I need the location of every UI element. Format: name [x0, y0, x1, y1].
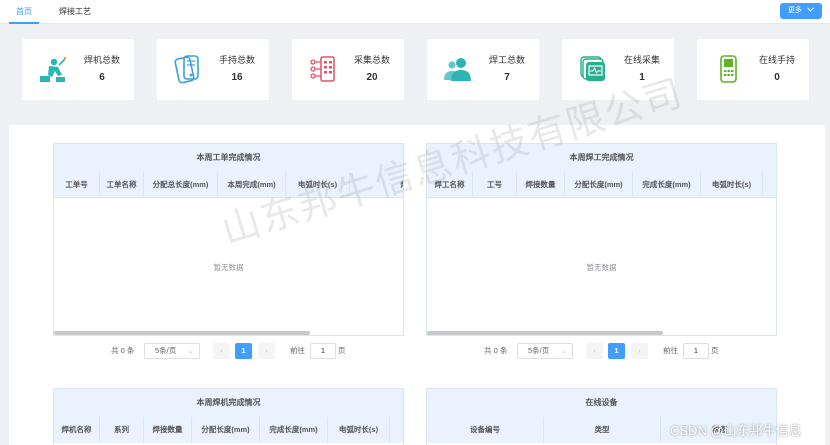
stat-label: 焊工总数: [488, 55, 525, 65]
column-header[interactable]: 焊丝消: [350, 172, 404, 198]
page-unit-label: 页: [711, 346, 719, 355]
main-content: 本周工单完成情况 工单号 工单名称 分配总长度(mm) 本周完成(mm) 电弧时…: [9, 125, 825, 445]
chevron-left-icon: ‹: [220, 346, 223, 355]
chevron-down-icon: ⌄: [187, 346, 194, 355]
column-header[interactable]: 分配长度(mm): [565, 172, 633, 198]
chevron-right-icon: ›: [638, 346, 641, 355]
table-header: 工单号 工单名称 分配总长度(mm) 本周完成(mm) 电弧时长(s) 焊丝消: [54, 172, 403, 198]
horizontal-scrollbar[interactable]: [54, 331, 310, 335]
prev-page-button[interactable]: ‹: [586, 343, 603, 359]
stat-label: 手持总数: [218, 55, 255, 65]
stat-card-handhelds: 手持总数 16: [157, 39, 269, 100]
empty-text: 暂无数据: [586, 263, 617, 272]
csdn-watermark: CSDN @山东邦牛信息: [670, 423, 802, 438]
page-size-value: 5条/页: [528, 346, 550, 355]
chevron-down-icon: ⌄: [560, 346, 567, 355]
page-size-value: 5条/页: [155, 346, 177, 355]
tab-bar: 首页 焊接工艺 更多: [0, 0, 830, 24]
panel-title: 在线设备: [427, 389, 776, 417]
column-header[interactable]: 分配长度(mm): [192, 417, 260, 443]
stat-card-collectors: 采集总数 20: [292, 39, 404, 100]
column-header[interactable]: 电弧时长(s): [701, 172, 763, 198]
next-page-button[interactable]: ›: [631, 343, 648, 359]
welders-pagination: 共 0 条 5条/页 ⌄ ‹ 1 › 前往 1 页: [484, 343, 744, 359]
column-header[interactable]: 焊机名称: [54, 417, 100, 443]
next-page-button[interactable]: ›: [258, 343, 275, 359]
collector-icon: [308, 53, 338, 85]
stat-value: 20: [366, 72, 378, 83]
machines-panel: 本周焊机完成情况 焊机名称 系列 焊接数量 分配长度(mm) 完成长度(mm) …: [53, 388, 404, 445]
more-button-label: 更多: [788, 7, 803, 14]
chevron-right-icon: ›: [265, 346, 268, 355]
online-handheld-icon: [713, 53, 743, 85]
horizontal-scrollbar[interactable]: [427, 331, 663, 335]
column-header[interactable]: 类型: [544, 417, 661, 443]
stat-value: 1: [639, 72, 645, 83]
goto-label: 前往: [663, 346, 678, 355]
goto-page-input[interactable]: 1: [683, 343, 709, 359]
stat-card-welders-machines: 焊机总数 6: [22, 39, 134, 100]
panel-title: 本周工单完成情况: [54, 144, 403, 172]
column-header[interactable]: 设备编号: [427, 417, 544, 443]
column-header[interactable]: 电弧时长(s): [328, 417, 390, 443]
welders-panel: 本周焊工完成情况 焊工名称 工号 焊接数量 分配长度(mm) 完成长度(mm) …: [426, 143, 777, 336]
stat-value: 0: [774, 72, 780, 83]
panel-title: 本周焊工完成情况: [427, 144, 776, 172]
tab-welding-process[interactable]: 焊接工艺: [58, 0, 92, 24]
column-header[interactable]: 工单号: [54, 172, 100, 198]
stat-card-workers: 焊工总数 7: [427, 39, 539, 100]
pagination-total: 共 0 条: [111, 346, 135, 355]
column-header[interactable]: 完成长度(mm): [260, 417, 328, 443]
work-orders-panel: 本周工单完成情况 工单号 工单名称 分配总长度(mm) 本周完成(mm) 电弧时…: [53, 143, 404, 336]
welder-icon: [38, 53, 68, 85]
stat-value: 16: [231, 72, 243, 83]
page-size-select[interactable]: 5条/页 ⌄: [517, 343, 573, 359]
stat-card-online-handhelds: 在线手持 0: [697, 39, 809, 100]
handheld-icon: [173, 53, 203, 85]
panel-title: 本周焊机完成情况: [54, 389, 403, 417]
tab-home[interactable]: 首页: [9, 0, 39, 24]
users-icon: [443, 53, 473, 85]
column-header[interactable]: 系列: [100, 417, 144, 443]
empty-text: 暂无数据: [213, 263, 244, 272]
online-collector-icon: [578, 53, 608, 85]
table-header: 焊工名称 工号 焊接数量 分配长度(mm) 完成长度(mm) 电弧时长(s): [427, 172, 776, 198]
column-header[interactable]: 本周完成(mm): [218, 172, 286, 198]
stat-label: 在线手持: [758, 55, 795, 65]
more-button[interactable]: 更多: [780, 3, 822, 19]
page-number-button[interactable]: 1: [235, 343, 252, 359]
page-unit-label: 页: [338, 346, 346, 355]
goto-page-input[interactable]: 1: [310, 343, 336, 359]
column-header[interactable]: 工单名称: [100, 172, 144, 198]
work-orders-pagination: 共 0 条 5条/页 ⌄ ‹ 1 › 前往 1 页: [111, 343, 371, 359]
stat-label: 采集总数: [353, 55, 390, 65]
prev-page-button[interactable]: ‹: [213, 343, 230, 359]
column-header[interactable]: 焊工名称: [427, 172, 473, 198]
column-header[interactable]: 分配总长度(mm): [144, 172, 218, 198]
stat-value: 7: [504, 72, 510, 83]
column-header[interactable]: 焊接数量: [517, 172, 565, 198]
stat-label: 在线采集: [623, 55, 660, 65]
table-header: 焊机名称 系列 焊接数量 分配长度(mm) 完成长度(mm) 电弧时长(s): [54, 417, 403, 443]
page-size-select[interactable]: 5条/页 ⌄: [144, 343, 200, 359]
page-number-button[interactable]: 1: [608, 343, 625, 359]
column-header[interactable]: 完成长度(mm): [633, 172, 701, 198]
column-header[interactable]: 焊接数量: [144, 417, 192, 443]
column-header[interactable]: 电弧时长(s): [286, 172, 350, 198]
pagination-total: 共 0 条: [484, 346, 508, 355]
stat-label: 焊机总数: [83, 55, 120, 65]
goto-label: 前往: [290, 346, 305, 355]
column-header[interactable]: 工号: [473, 172, 517, 198]
stat-value: 6: [99, 72, 105, 83]
stat-card-online-collectors: 在线采集 1: [562, 39, 674, 100]
chevron-down-icon: [807, 3, 814, 19]
chevron-left-icon: ‹: [593, 346, 596, 355]
